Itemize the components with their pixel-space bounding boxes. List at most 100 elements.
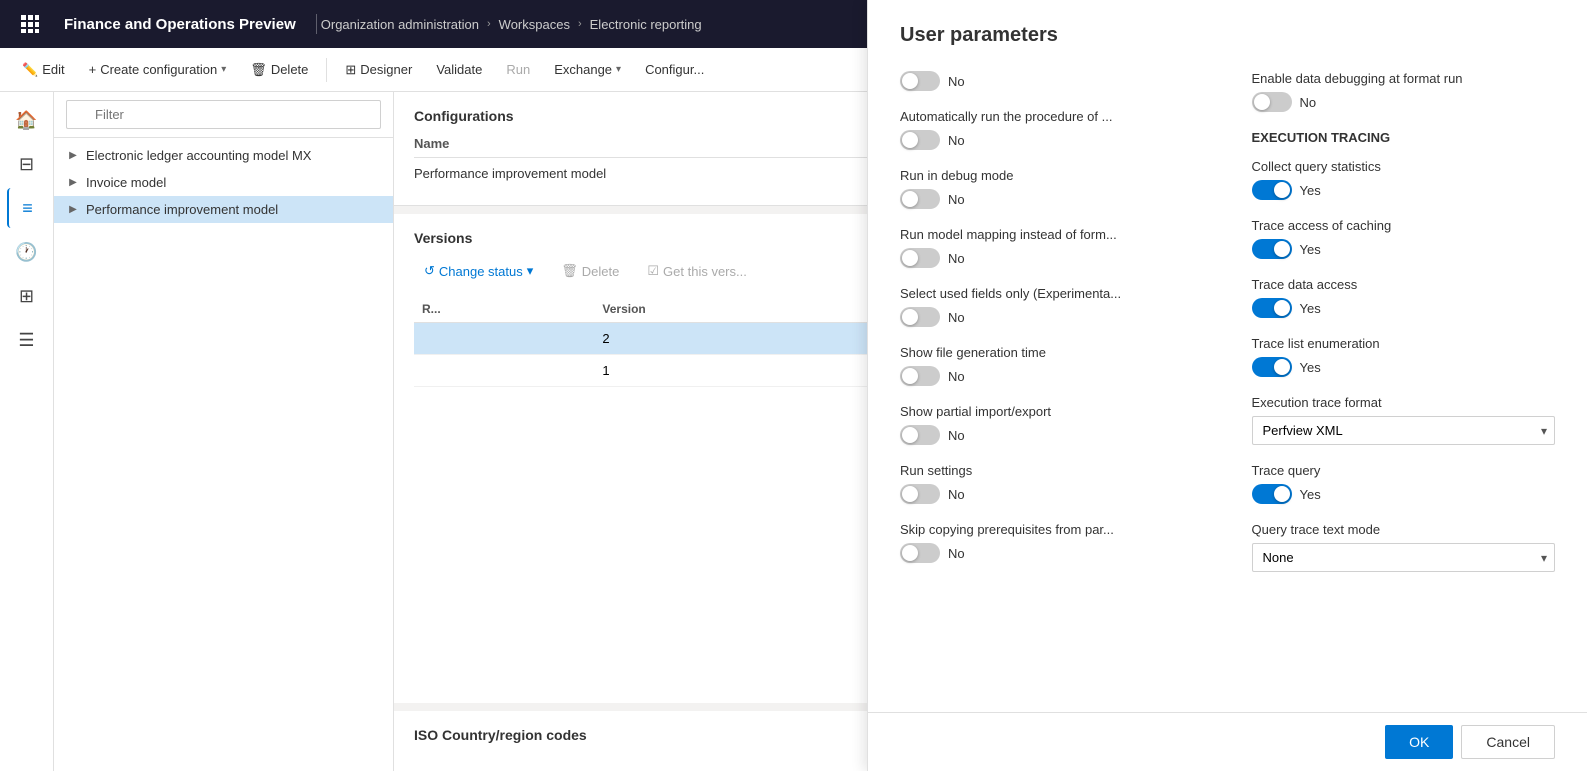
breadcrumb-org[interactable]: Organization administration (321, 17, 479, 32)
change-status-arrow: ▾ (527, 263, 534, 279)
collect-query-label: Collect query statistics (1252, 159, 1556, 174)
designer-button[interactable]: ⊞ Designer (335, 56, 422, 84)
tree-item-performance[interactable]: ▶ Performance improvement model (54, 196, 393, 223)
delete-button[interactable]: 🗑 Delete (240, 56, 318, 84)
breadcrumb-workspaces[interactable]: Workspaces (499, 17, 570, 32)
toggle-used-fields[interactable] (900, 307, 940, 327)
trace-query-label: Trace query (1252, 463, 1556, 478)
validate-button[interactable]: Validate (426, 56, 492, 83)
trace-data-label: Trace data access (1252, 277, 1556, 292)
run-button[interactable]: Run (496, 56, 540, 83)
param-row-used-fields: Select used fields only (Experimenta... … (900, 286, 1204, 327)
sidebar-home-icon[interactable]: 🏠 (7, 100, 47, 140)
breadcrumb-sep-2: › (578, 18, 582, 30)
toggle-trace-list[interactable] (1252, 357, 1292, 377)
exec-trace-format-select[interactable]: Perfview XML None (1252, 416, 1556, 445)
col-version: Version (594, 296, 903, 323)
tree-items: ▶ Electronic ledger accounting model MX … (54, 138, 393, 771)
file-gen-time-value: No (948, 369, 965, 384)
exec-trace-format-select-wrapper: Perfview XML None ▾ (1252, 416, 1556, 445)
enable-debug-value: No (1300, 95, 1317, 110)
toggle-run-settings[interactable] (900, 484, 940, 504)
model-mapping-label: Run model mapping instead of form... (900, 227, 1204, 242)
create-config-dropdown-arrow: ▾ (221, 64, 226, 75)
trace-list-value: Yes (1300, 360, 1321, 375)
tree-arrow-2: ▶ (66, 177, 80, 188)
partial-import-label: Show partial import/export (900, 404, 1204, 419)
skip-copy-label: Skip copying prerequisites from par... (900, 522, 1204, 537)
toggle-debug-mode[interactable] (900, 189, 940, 209)
get-this-version-button[interactable]: ☑ Get this vers... (637, 258, 756, 284)
user-parameters-panel: User parameters No (867, 92, 1587, 771)
trace-list-label: Trace list enumeration (1252, 336, 1556, 351)
create-configuration-button[interactable]: + Create configuration ▾ (79, 56, 237, 83)
exchange-dropdown-arrow: ▾ (616, 64, 621, 75)
debug-mode-value: No (948, 192, 965, 207)
waffle-menu-icon[interactable] (12, 6, 48, 42)
overlay-footer: OK Cancel (868, 712, 1587, 771)
collect-query-value: Yes (1300, 183, 1321, 198)
toggle-trace-caching[interactable] (1252, 239, 1292, 259)
query-trace-text-label: Query trace text mode (1252, 522, 1556, 537)
change-status-button[interactable]: ↺ Change status ▾ (414, 258, 543, 284)
debug-mode-label: Run in debug mode (900, 168, 1204, 183)
right-params-col: Enable data debugging at format run No (1252, 92, 1556, 590)
tree-item-elec-ledger[interactable]: ▶ Electronic ledger accounting model MX (54, 142, 393, 169)
get-version-icon: ☑ (647, 263, 659, 279)
auto-run-value: No (948, 133, 965, 148)
toggle-enable-debug[interactable] (1252, 92, 1292, 112)
trace-caching-value: Yes (1300, 242, 1321, 257)
used-fields-label: Select used fields only (Experimenta... (900, 286, 1204, 301)
toggle-partial-import[interactable] (900, 425, 940, 445)
toggle-skip-copy[interactable] (900, 543, 940, 563)
toggle-file-gen-time[interactable] (900, 366, 940, 386)
param-row-trace-query: Trace query Yes (1252, 463, 1556, 504)
overlay-content: User parameters No (868, 92, 1587, 712)
row2-r (414, 323, 594, 355)
toolbar-divider-1 (326, 58, 327, 82)
breadcrumb-sep-1: › (487, 18, 491, 30)
ok-button[interactable]: OK (1385, 725, 1453, 759)
param-row-trace-list: Trace list enumeration Yes (1252, 336, 1556, 377)
toggle-model-mapping[interactable] (900, 248, 940, 268)
tree-item-invoice[interactable]: ▶ Invoice model (54, 169, 393, 196)
exec-trace-format-label: Execution trace format (1252, 395, 1556, 410)
tree-panel: 🔍 ▶ Electronic ledger accounting model M… (54, 92, 394, 771)
execution-tracing-header: EXECUTION TRACING (1252, 130, 1556, 145)
param-row-query-trace-text: Query trace text mode None Full Partial … (1252, 522, 1556, 572)
model-mapping-value: No (948, 251, 965, 266)
cancel-button[interactable]: Cancel (1461, 725, 1555, 759)
trace-data-value: Yes (1300, 301, 1321, 316)
versions-delete-button[interactable]: 🗑 Delete (551, 258, 629, 284)
breadcrumb-er[interactable]: Electronic reporting (590, 17, 702, 32)
row2-version: 2 (594, 323, 903, 355)
sidebar-list-icon[interactable]: ≡ (7, 188, 47, 228)
param-row-trace-data: Trace data access Yes (1252, 277, 1556, 318)
trace-query-value: Yes (1300, 487, 1321, 502)
query-trace-text-select[interactable]: None Full Partial (1252, 543, 1556, 572)
filter-box: 🔍 (54, 92, 393, 138)
filter-input[interactable] (66, 100, 381, 129)
sidebar-history-icon[interactable]: 🕐 (7, 232, 47, 272)
left-params-col: No Automatically run the procedure of ..… (900, 92, 1204, 590)
sidebar-filter-icon[interactable]: ⊟ (7, 144, 47, 184)
toggle-collect-query[interactable] (1252, 180, 1292, 200)
sidebar-dashboard-icon[interactable]: ⊞ (7, 276, 47, 316)
toggle-trace-query[interactable] (1252, 484, 1292, 504)
param-row-partial-import: Show partial import/export No (900, 404, 1204, 445)
param-row-debug-mode: Run in debug mode No (900, 168, 1204, 209)
file-gen-time-label: Show file generation time (900, 345, 1204, 360)
run-settings-value: No (948, 487, 965, 502)
param-row-file-gen-time: Show file generation time No (900, 345, 1204, 386)
toggle-auto-run[interactable] (900, 130, 940, 150)
toggle-trace-data[interactable] (1252, 298, 1292, 318)
query-trace-text-select-wrapper: None Full Partial ▾ (1252, 543, 1556, 572)
plus-icon: + (89, 62, 97, 77)
versions-delete-icon: 🗑 (561, 263, 578, 279)
exchange-button[interactable]: Exchange ▾ (544, 56, 631, 83)
sidebar-tasks-icon[interactable]: ☰ (7, 320, 47, 360)
configure-button[interactable]: Configur... (635, 56, 714, 83)
tree-arrow-1: ▶ (66, 150, 80, 161)
edit-button[interactable]: ✏️ Edit (12, 56, 75, 84)
designer-icon: ⊞ (345, 62, 356, 78)
